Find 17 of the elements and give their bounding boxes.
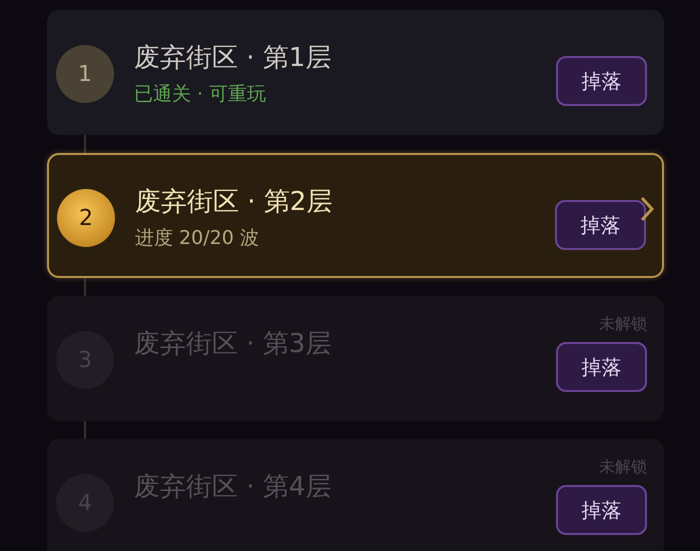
lock-status: 未解锁 [599, 456, 647, 478]
level-status: 进度 20/20 波 [135, 226, 259, 251]
level-status: 已通关 · 可重玩 [134, 82, 266, 107]
level-title: 废弃街区 · 第3层 [134, 328, 332, 361]
level-number: 1 [56, 45, 114, 103]
lock-status: 未解锁 [599, 313, 647, 335]
level-title: 废弃街区 · 第4层 [134, 471, 332, 504]
level-title: 废弃街区 · 第2层 [135, 186, 332, 219]
drops-button[interactable]: 掉落 [556, 485, 647, 535]
level-card[interactable]: 2 废弃街区 · 第2层 进度 20/20 波 掉落 [47, 153, 664, 278]
drops-button[interactable]: 掉落 [556, 56, 647, 106]
chevron-right-icon [640, 196, 654, 222]
drops-button[interactable]: 掉落 [555, 200, 646, 250]
level-card[interactable]: 1 废弃街区 · 第1层 已通关 · 可重玩 掉落 [47, 10, 664, 135]
drops-button[interactable]: 掉落 [556, 342, 647, 392]
level-number: 2 [57, 189, 115, 247]
level-title: 废弃街区 · 第1层 [134, 42, 332, 75]
